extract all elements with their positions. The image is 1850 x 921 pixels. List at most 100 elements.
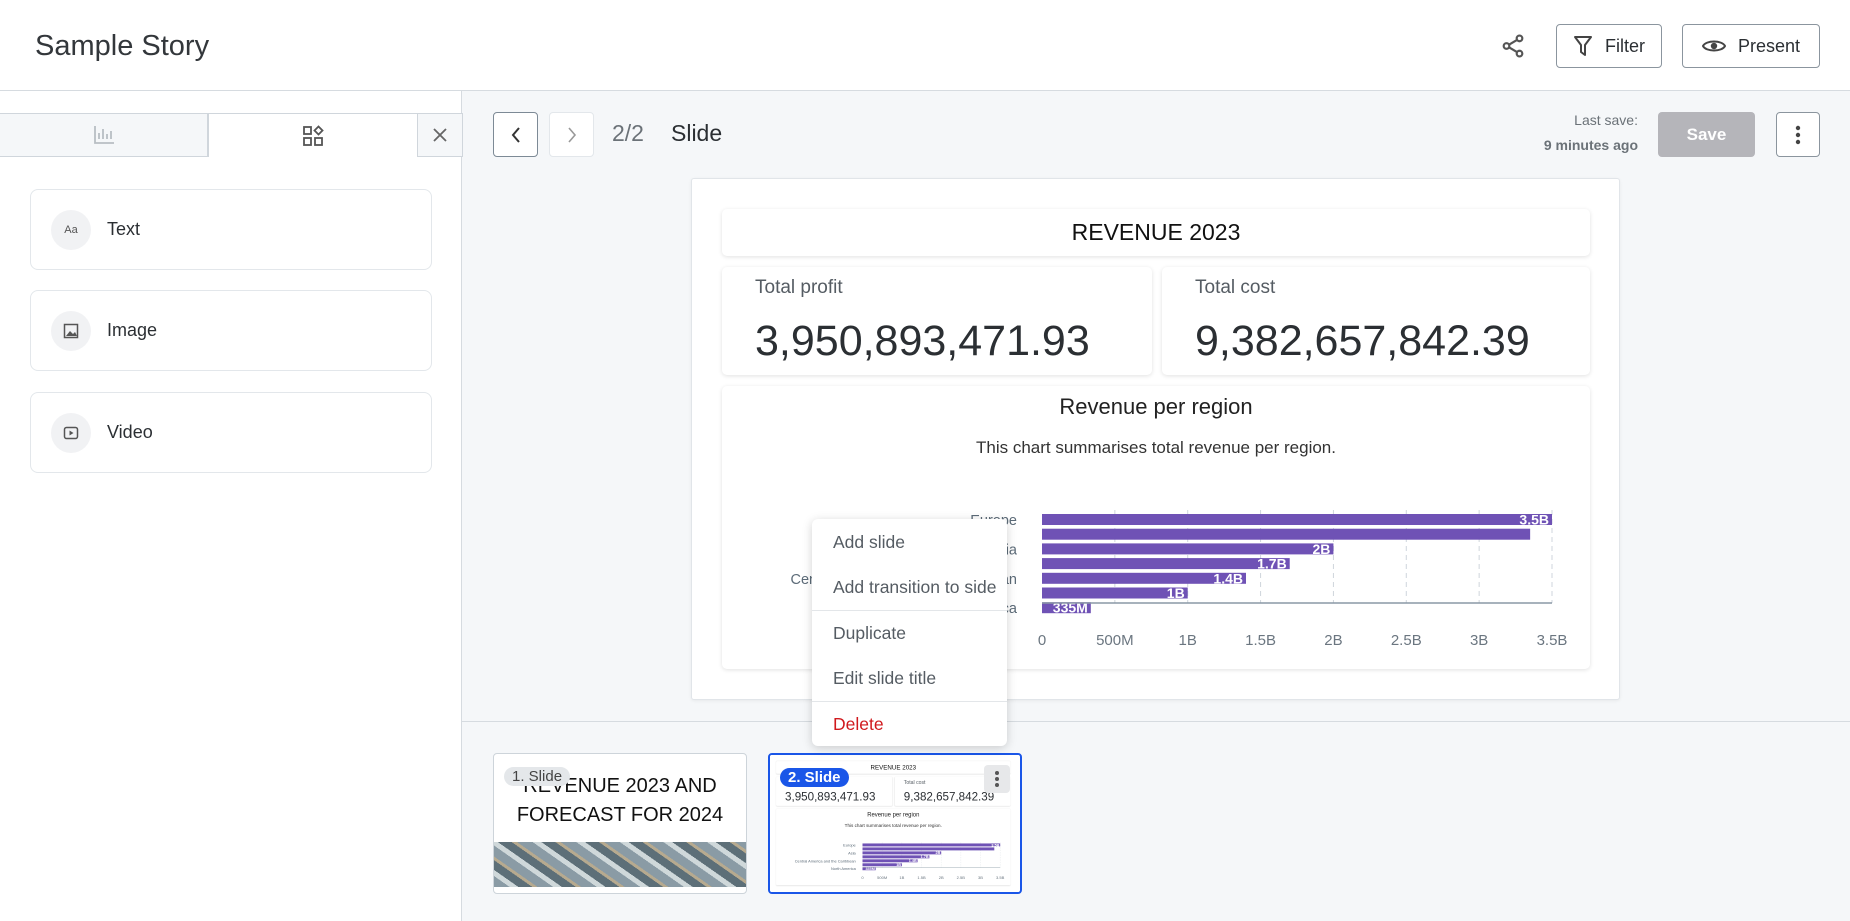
menu-edit-title[interactable]: Edit slide title xyxy=(833,668,936,689)
video-icon xyxy=(51,412,91,453)
bar xyxy=(1042,514,1552,525)
menu-divider xyxy=(812,701,1007,702)
filter-button[interactable]: Filter xyxy=(1556,24,1662,68)
x-tick-label: 3.5B xyxy=(1537,632,1568,649)
x-tick-label: 2B xyxy=(939,875,944,880)
item-label: Text xyxy=(107,219,141,239)
thumbnail-menu-button[interactable] xyxy=(984,765,1010,793)
slide-title: Slide xyxy=(671,120,723,146)
menu-delete[interactable]: Delete xyxy=(833,714,884,735)
category-label: Asia xyxy=(848,850,856,855)
data-label: 1.7B xyxy=(921,855,929,859)
filter-icon xyxy=(1574,36,1592,56)
kebab-icon xyxy=(1795,125,1801,144)
x-tick-label: 2B xyxy=(1324,632,1342,649)
slide-thumbnail-1[interactable]: 1. Slide REVENUE 2023 AND FORECAST FOR 2… xyxy=(493,753,747,894)
tab-charts[interactable] xyxy=(0,113,208,157)
present-button[interactable]: Present xyxy=(1682,24,1820,68)
slide-context-menu: Add slide Add transition to side Duplica… xyxy=(812,519,1007,746)
x-tick-label: 3B xyxy=(1470,632,1488,649)
filter-label: Filter xyxy=(1605,35,1645,56)
slide-thumbnail-2[interactable]: 2. Slide REVENUE 2023 Total profit 3,950… xyxy=(768,753,1022,894)
kpi-value: 3,950,893,471.93 xyxy=(755,317,1090,365)
kpi-label: Total cost xyxy=(1195,277,1276,298)
data-label: 1B xyxy=(1167,585,1185,601)
left-panel: Aa Text Image Video xyxy=(0,91,463,921)
data-label: 3.5B xyxy=(1519,512,1549,528)
data-label: 2B xyxy=(936,851,941,855)
data-label: 335M xyxy=(865,867,874,871)
present-label: Present xyxy=(1737,35,1801,56)
data-label: 1.7B xyxy=(1257,556,1287,572)
divider xyxy=(462,721,1850,722)
bar xyxy=(1042,528,1531,540)
bar xyxy=(862,847,995,851)
revenue-bar-chart: 0 500M 1B 1.5B 2B 2.5B 3B 3.5B 3.5B Europe 2B Asia 1… xyxy=(795,842,1005,880)
data-label: 1B xyxy=(896,863,901,867)
widgets-icon xyxy=(303,124,324,146)
tab-widgets[interactable] xyxy=(208,113,418,157)
more-options-button[interactable] xyxy=(1776,112,1820,157)
money-image xyxy=(494,842,746,887)
data-label: 1.4B xyxy=(1213,570,1243,586)
category-label: North America xyxy=(831,866,857,871)
data-label: 1.4B xyxy=(909,859,917,863)
story-title: Sample Story xyxy=(35,30,210,62)
x-tick-label: 1.5B xyxy=(1245,632,1276,649)
kpi-total-cost: Total cost 9,382,657,842.39 xyxy=(1162,267,1590,375)
kpi-value: 3,950,893,471.93 xyxy=(785,790,876,804)
chevron-right-icon xyxy=(567,126,576,143)
bar xyxy=(862,855,930,859)
chart-card: Revenue per region This chart summarises… xyxy=(776,808,1011,886)
data-label: 335M xyxy=(1053,600,1088,616)
menu-divider xyxy=(812,610,1007,611)
close-icon xyxy=(433,128,447,142)
last-save-label: Last save: xyxy=(1574,112,1638,128)
x-tick-label: 500M xyxy=(1096,632,1134,649)
x-tick-label: 1B xyxy=(1179,632,1197,649)
item-label: Image xyxy=(107,320,158,340)
slide-heading: REVENUE 2023 xyxy=(722,209,1590,256)
x-tick-label: 2.5B xyxy=(957,875,966,880)
data-label: 3.5B xyxy=(991,843,999,847)
x-tick-label: 3.5B xyxy=(996,875,1005,880)
x-tick-label: 1.5B xyxy=(917,875,926,880)
kpi-label: Total profit xyxy=(755,277,843,298)
kpi-label: Total cost xyxy=(903,779,926,786)
kpi-value: 9,382,657,842.39 xyxy=(1195,317,1530,365)
menu-add-transition[interactable]: Add transition to side xyxy=(833,577,996,598)
x-tick-label: 500M xyxy=(877,875,888,880)
page-indicator: 2/2 xyxy=(612,120,644,146)
prev-slide-button[interactable] xyxy=(493,112,538,157)
kpi-value: 9,382,657,842.39 xyxy=(903,790,995,804)
slide-badge: 2. Slide xyxy=(780,768,849,787)
bar xyxy=(1042,558,1290,570)
category-label: Europe xyxy=(843,842,856,847)
x-tick-label: 3B xyxy=(978,875,983,880)
add-video-item[interactable]: Video xyxy=(30,392,432,473)
next-slide-button[interactable] xyxy=(549,112,594,157)
menu-add-slide[interactable]: Add slide xyxy=(833,532,905,553)
close-panel-button[interactable] xyxy=(417,113,463,157)
bar xyxy=(1042,543,1334,555)
x-tick-label: 0 xyxy=(1038,632,1046,649)
eye-icon xyxy=(1701,40,1726,52)
kpi-total-profit: Total profit 3,950,893,471.93 xyxy=(722,267,1152,375)
data-label: 2B xyxy=(1313,541,1331,557)
kebab-icon xyxy=(995,771,999,787)
bar xyxy=(862,843,1001,847)
add-text-item[interactable]: Aa Text xyxy=(30,189,432,270)
text-icon: Aa xyxy=(51,209,91,250)
menu-duplicate[interactable]: Duplicate xyxy=(833,623,906,644)
x-tick-label: 0 xyxy=(861,875,864,880)
slide-badge: 1. Slide xyxy=(504,767,571,786)
last-save-time: 9 minutes ago xyxy=(1543,137,1638,153)
image-icon xyxy=(51,310,91,351)
add-image-item[interactable]: Image xyxy=(30,290,432,371)
x-tick-label: 1B xyxy=(899,875,904,880)
save-button[interactable]: Save xyxy=(1658,112,1755,157)
x-tick-label: 2.5B xyxy=(1391,632,1422,649)
bar-chart-icon xyxy=(93,126,114,144)
chevron-left-icon xyxy=(511,126,520,143)
share-icon[interactable] xyxy=(1500,33,1526,59)
